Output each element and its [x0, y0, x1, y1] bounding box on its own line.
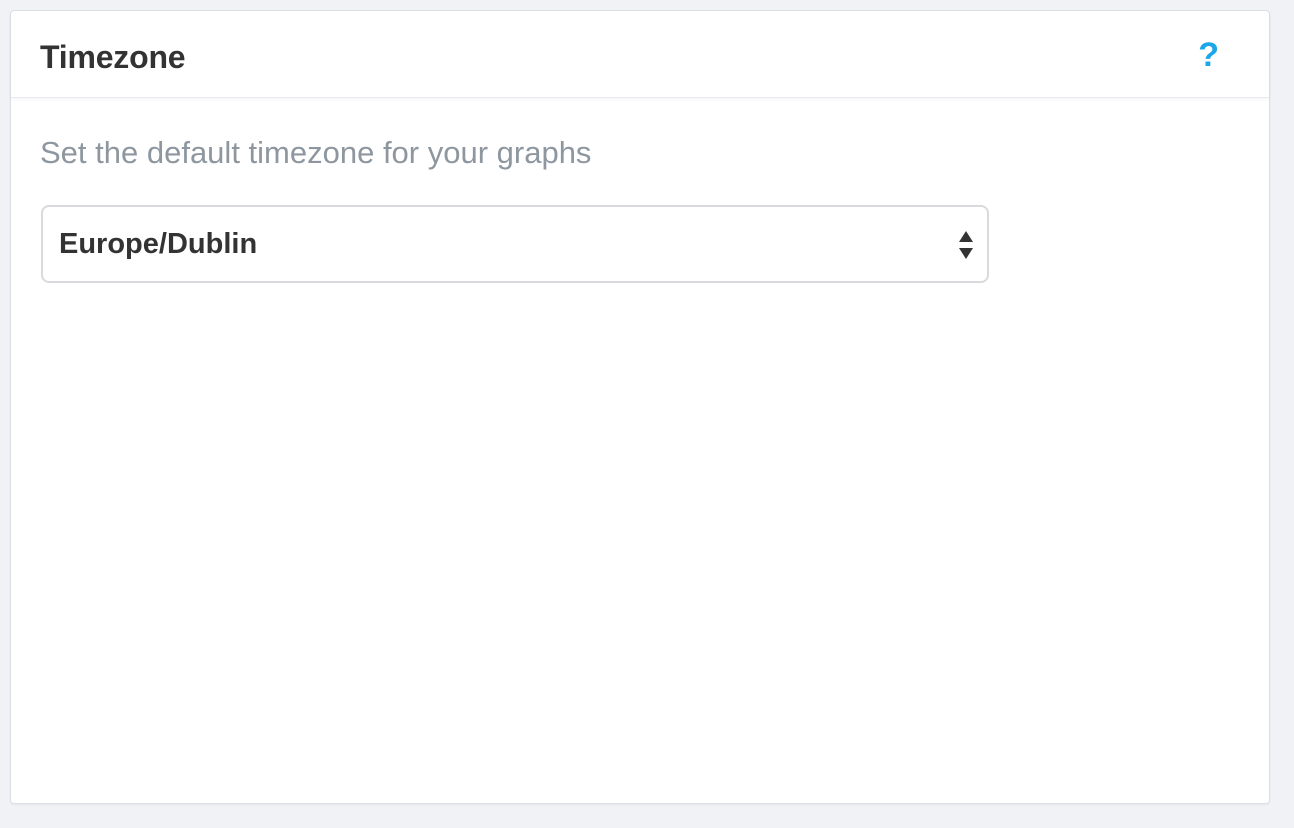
panel-title: Timezone	[40, 39, 186, 75]
arrow-down-icon	[959, 248, 973, 259]
timezone-select[interactable]: Europe/Dublin	[41, 205, 989, 283]
help-icon[interactable]: ?	[1198, 35, 1219, 75]
up-down-arrows-icon	[959, 229, 975, 263]
panel-description: Set the default timezone for your graphs	[40, 135, 592, 170]
timezone-panel: Timezone ? Set the default timezone for …	[10, 10, 1270, 804]
arrow-up-icon	[959, 231, 973, 242]
panel-header: Timezone ?	[11, 11, 1269, 98]
timezone-select-value: Europe/Dublin	[59, 228, 258, 260]
